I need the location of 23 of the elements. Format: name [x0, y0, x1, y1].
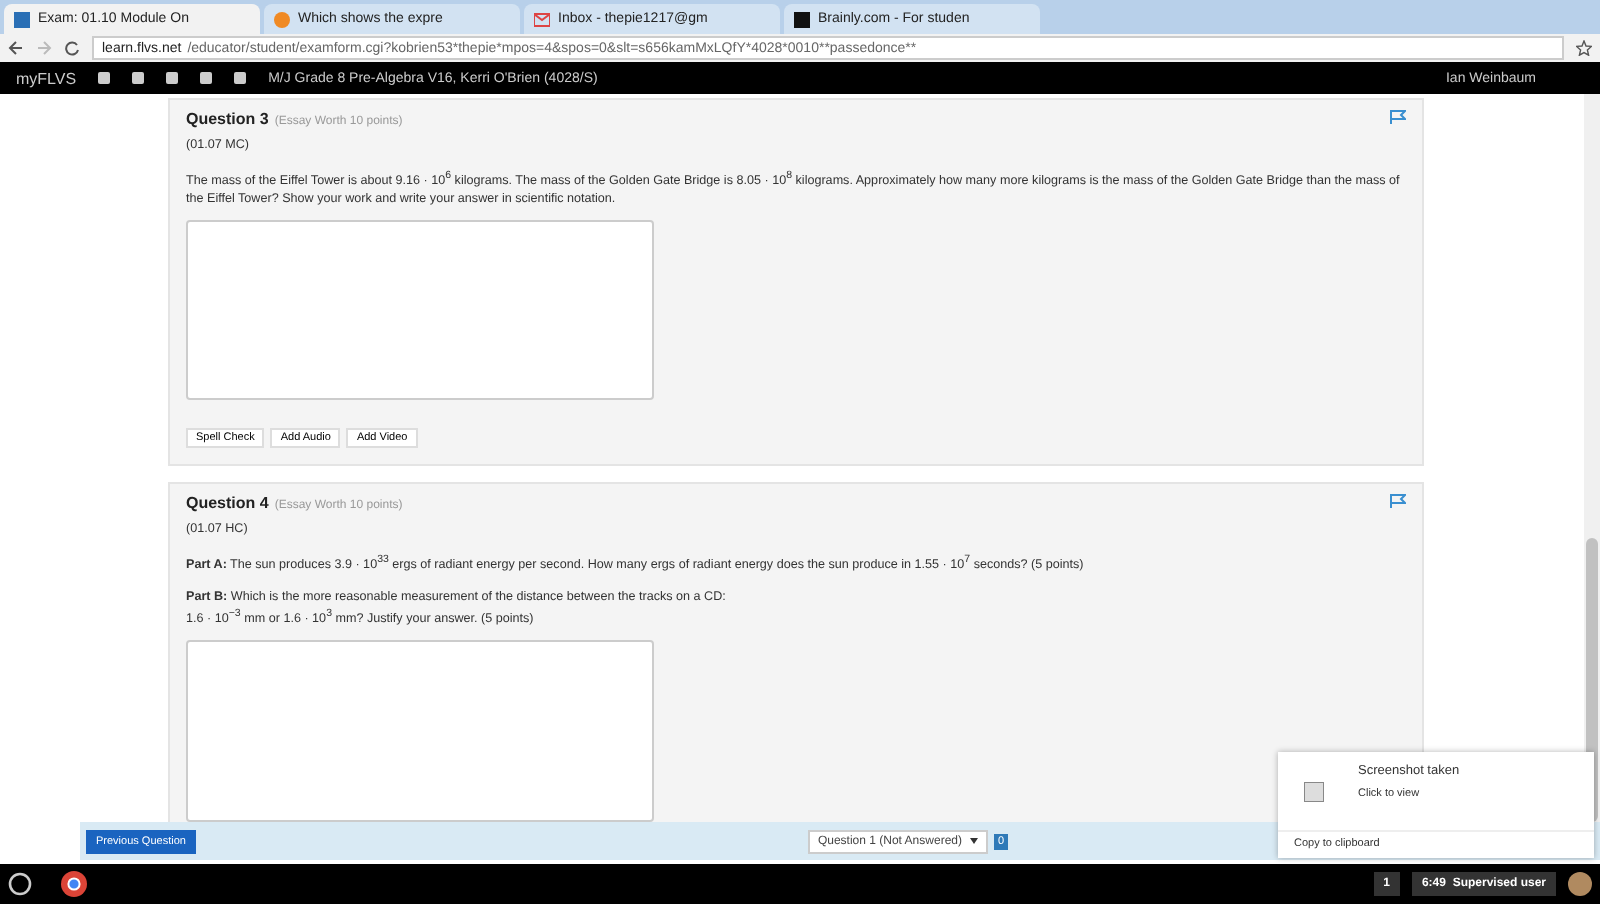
scrollbar[interactable]: [1584, 94, 1600, 822]
brand-link[interactable]: myFLVS: [16, 69, 77, 87]
screenshot-icon: [1304, 781, 1324, 801]
back-arrow-icon[interactable]: [8, 40, 24, 56]
nav-icon[interactable]: [166, 72, 179, 84]
avatar-icon[interactable]: [1568, 872, 1592, 896]
nav-icon[interactable]: [132, 72, 145, 84]
nav-icon[interactable]: [200, 72, 213, 84]
question-title: Question 3: [186, 110, 269, 128]
star-icon[interactable]: [1576, 40, 1592, 56]
mail-icon: [534, 11, 550, 27]
question-title: Question 4: [186, 494, 269, 513]
reload-icon[interactable]: [64, 40, 80, 56]
nav-icon[interactable]: [98, 72, 111, 84]
browser-icon[interactable]: [60, 870, 88, 898]
flag-icon[interactable]: [1390, 110, 1406, 124]
launcher-icon[interactable]: [8, 872, 32, 896]
square-logo-icon: [794, 11, 810, 27]
flag-icon[interactable]: [1390, 494, 1406, 509]
caret-icon: [970, 838, 978, 844]
nav-icon[interactable]: [234, 72, 247, 84]
circle-logo-icon: [274, 11, 290, 27]
site-logo-icon: [14, 11, 30, 27]
